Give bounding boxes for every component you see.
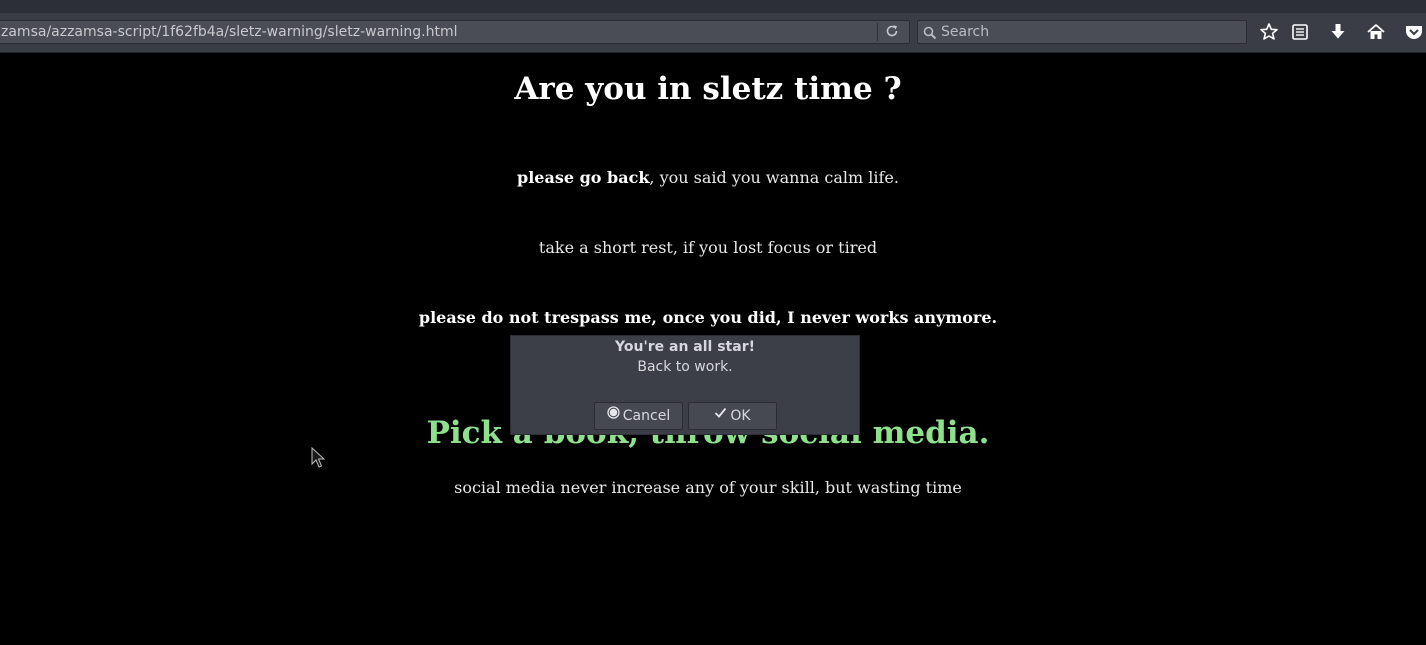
paragraph-go-back: please go back, you said you wanna calm … [0, 168, 1416, 187]
dialog-title: You're an all star! [615, 339, 755, 355]
paragraph-trespass: please do not trespass me, once you did,… [418, 308, 998, 327]
bookmark-star-icon[interactable] [1258, 22, 1280, 42]
mouse-cursor-icon [311, 446, 326, 469]
cancel-label: Cancel [622, 408, 671, 424]
search-icon [923, 25, 937, 40]
dialog-message: Back to work. [637, 359, 733, 375]
go-back-strong: please go back [517, 168, 650, 187]
paragraph-social-media: social media never increase any of your … [454, 478, 962, 497]
cancel-button[interactable]: Cancel [594, 402, 683, 430]
go-back-text: , you said you wanna calm life. [649, 168, 899, 187]
cancel-icon [607, 402, 620, 428]
url-text[interactable]: zamsa/azzamsa-script/1f62fb4a/sletz-warn… [1, 24, 458, 40]
search-bar[interactable]: Search [917, 20, 1247, 44]
alert-dialog: You're an all star! Back to work. Cancel… [510, 335, 860, 435]
browser-toolbar: zamsa/azzamsa-script/1f62fb4a/sletz-warn… [0, 13, 1426, 53]
url-bar-divider [877, 23, 878, 41]
home-icon[interactable] [1365, 22, 1387, 42]
reload-icon[interactable] [883, 24, 901, 40]
url-bar[interactable]: zamsa/azzamsa-script/1f62fb4a/sletz-warn… [0, 20, 910, 44]
ok-label: OK [730, 408, 751, 424]
paragraph-short-rest: take a short rest, if you lost focus or … [538, 238, 878, 257]
reading-list-icon[interactable] [1289, 22, 1311, 42]
ok-button[interactable]: OK [688, 402, 777, 430]
window-top-strip [0, 0, 1426, 13]
checkmark-icon [714, 402, 727, 428]
download-icon[interactable] [1327, 22, 1349, 42]
search-input[interactable]: Search [941, 24, 989, 40]
page-title: Are you in sletz time ? [514, 71, 902, 107]
pocket-icon[interactable] [1403, 22, 1425, 42]
